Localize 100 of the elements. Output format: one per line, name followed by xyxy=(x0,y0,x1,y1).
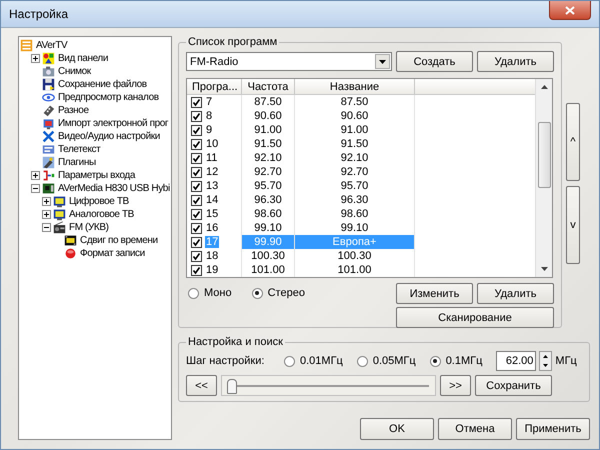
tree-item[interactable]: FM (УКВ) xyxy=(69,222,109,233)
preset-dropdown[interactable]: FM-Radio xyxy=(186,52,392,71)
tree-item[interactable]: Сдвиг по времени xyxy=(80,235,158,246)
radio-label[interactable]: Моно xyxy=(204,287,232,299)
table-cell: 10 xyxy=(205,138,220,150)
frequency-field[interactable]: 62.00 xyxy=(496,351,536,371)
tree-item[interactable]: Импорт электронной прог xyxy=(58,118,168,129)
column-header[interactable]: Частота xyxy=(242,79,295,94)
expander-icon[interactable] xyxy=(42,197,51,206)
expander-icon[interactable] xyxy=(31,184,40,193)
tree-item[interactable]: Сохранение файлов xyxy=(58,79,147,90)
expander-icon[interactable] xyxy=(42,210,51,219)
checkbox[interactable] xyxy=(191,124,202,136)
column-header[interactable]: Програ... xyxy=(187,79,242,94)
record-icon xyxy=(64,247,77,260)
table-cell: 7 xyxy=(205,96,214,108)
channel-icon xyxy=(53,208,66,221)
tree-item[interactable]: Предпросмотр каналов xyxy=(58,92,159,103)
move-button[interactable]: ^ xyxy=(566,103,580,181)
scrollbar[interactable] xyxy=(535,79,552,277)
column-header[interactable]: Название xyxy=(295,79,415,94)
tree-item[interactable]: Вид панели xyxy=(58,53,108,64)
table-cell: 92.70 xyxy=(242,165,295,179)
checkbox[interactable] xyxy=(191,208,202,220)
group-title: Настройка и поиск xyxy=(187,336,284,348)
save-button[interactable]: Сохранить xyxy=(475,375,552,396)
table-cell: 91.00 xyxy=(242,123,295,137)
previous-button[interactable]: << xyxy=(186,375,217,396)
table-cell: Европа+ xyxy=(295,235,415,249)
table-cell: 91.50 xyxy=(295,137,415,151)
scan-button[interactable]: Сканирование xyxy=(396,307,554,328)
checkbox[interactable] xyxy=(191,166,202,178)
scroll-up-icon[interactable] xyxy=(540,85,548,89)
spin-buttons[interactable] xyxy=(539,351,552,371)
checkbox[interactable] xyxy=(191,264,202,276)
table-cell: 15 xyxy=(205,208,220,220)
tree-item[interactable]: AVerTV xyxy=(36,40,68,51)
list-button[interactable]: Удалить xyxy=(477,51,554,72)
radio-label[interactable]: 0.05МГц xyxy=(372,355,416,367)
list-button[interactable]: Создать xyxy=(396,51,473,72)
radio-button[interactable] xyxy=(356,356,368,366)
slider-thumb[interactable] xyxy=(227,379,238,394)
plugin-icon xyxy=(42,156,55,169)
radio-icon xyxy=(53,221,66,234)
checkbox[interactable] xyxy=(191,110,202,122)
tree-item[interactable]: Телетекст xyxy=(58,144,100,155)
expander-icon[interactable] xyxy=(31,54,40,63)
radio-label[interactable]: 0.01МГц xyxy=(300,355,343,367)
scrollbar-thumb[interactable] xyxy=(538,122,550,188)
radio-label[interactable]: Стерео xyxy=(268,287,305,299)
table-cell: 91.00 xyxy=(295,123,415,137)
checkbox[interactable] xyxy=(191,222,202,234)
tree-item[interactable]: Разное xyxy=(58,105,89,116)
checkbox[interactable] xyxy=(191,194,202,206)
expander-icon[interactable] xyxy=(31,171,40,180)
radio-label[interactable]: 0.1МГц xyxy=(446,355,482,367)
move-button[interactable]: v xyxy=(566,186,580,264)
tree-item[interactable]: Снимок xyxy=(58,66,91,77)
close-button[interactable] xyxy=(549,1,591,20)
table-cell: 91.50 xyxy=(242,137,295,151)
tree-item[interactable]: AVerMedia H830 USB Hybi xyxy=(58,183,170,194)
table-cell: 17 xyxy=(205,236,220,248)
table-cell: 92.70 xyxy=(295,165,415,179)
tree-item[interactable]: Аналоговое ТВ xyxy=(69,209,134,220)
radio-button[interactable] xyxy=(188,288,199,298)
dialog-button[interactable]: Применить xyxy=(516,418,590,440)
film-icon xyxy=(64,234,77,247)
table-cell: 101.00 xyxy=(295,263,415,277)
checkbox[interactable] xyxy=(191,180,202,192)
tree-item[interactable]: Цифровое ТВ xyxy=(69,196,129,207)
window-title: Настройка xyxy=(9,7,68,21)
remote-icon xyxy=(42,104,55,117)
checkbox[interactable] xyxy=(191,250,202,262)
frequency-slider[interactable] xyxy=(221,375,436,396)
table-cell: 13 xyxy=(205,180,220,192)
tree-item[interactable]: Видео/Аудио настройки xyxy=(58,131,160,142)
eye-icon xyxy=(42,91,55,104)
next-button[interactable]: >> xyxy=(440,375,471,396)
checkbox[interactable] xyxy=(191,236,202,248)
table-cell: 101.00 xyxy=(242,263,295,277)
radio-button[interactable] xyxy=(430,356,441,366)
radio-button[interactable] xyxy=(252,288,263,298)
table-cell: 16 xyxy=(205,222,220,234)
tree-item[interactable]: Формат записи xyxy=(80,248,145,259)
action-button[interactable]: Изменить xyxy=(396,283,473,304)
scroll-down-icon[interactable] xyxy=(540,267,548,271)
tree-item[interactable]: Параметры входа xyxy=(58,170,136,181)
tree-item[interactable]: Плагины xyxy=(58,157,96,168)
table-cell: 100.30 xyxy=(295,249,415,263)
action-button[interactable]: Удалить xyxy=(477,283,554,304)
table-cell: 92.10 xyxy=(295,151,415,165)
checkbox[interactable] xyxy=(191,152,202,164)
dialog-button[interactable]: Отмена xyxy=(438,418,512,440)
expander-icon[interactable] xyxy=(42,223,51,232)
table-cell: 8 xyxy=(205,110,214,122)
table-cell: 96.30 xyxy=(242,193,295,207)
checkbox[interactable] xyxy=(191,138,202,150)
radio-button[interactable] xyxy=(284,356,295,366)
checkbox[interactable] xyxy=(191,96,202,108)
dialog-button[interactable]: OK xyxy=(360,418,434,440)
